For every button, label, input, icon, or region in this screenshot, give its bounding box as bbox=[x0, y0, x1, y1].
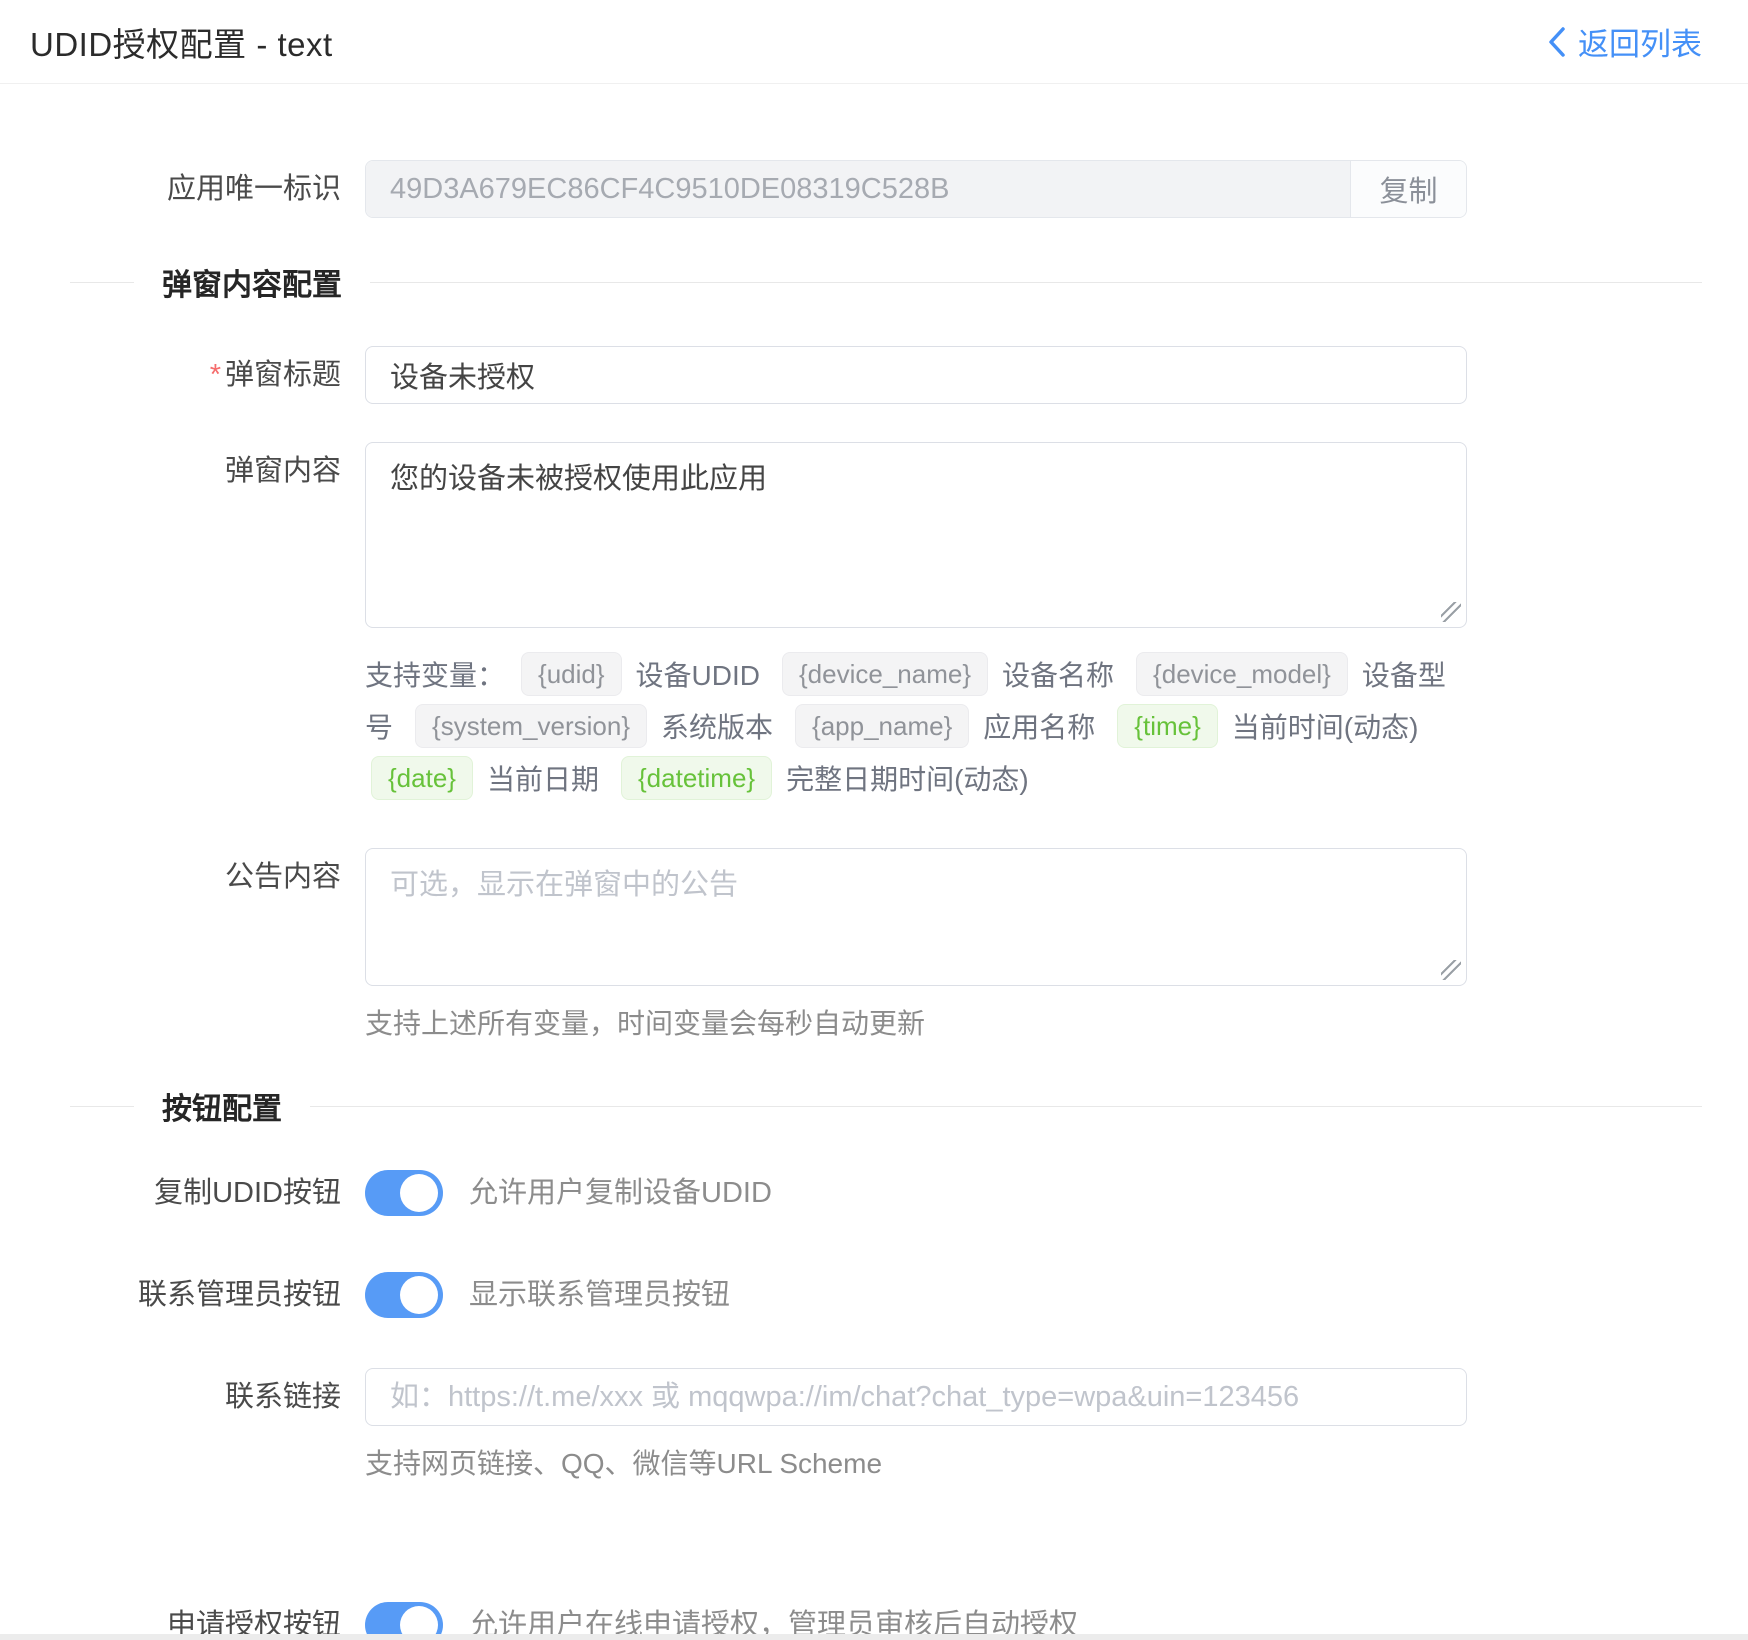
variable-desc: 设备UDID bbox=[636, 660, 760, 691]
variable-hints: 支持变量： {udid} 设备UDID {device_name} 设备名称 {devic… bbox=[365, 650, 1467, 806]
announcement-row: 公告内容 支持上述所有变量，时间变量会每秒自动更新 bbox=[0, 848, 1748, 1042]
contact-link-row: 联系链接 支持网页链接、QQ、微信等URL Scheme bbox=[0, 1368, 1748, 1482]
contact-link-input[interactable] bbox=[365, 1368, 1467, 1426]
popup-title-label: *弹窗标题 bbox=[0, 346, 365, 404]
divider-line bbox=[370, 282, 1702, 283]
divider-line bbox=[310, 1106, 1702, 1107]
section-divider-popup: 弹窗内容配置 bbox=[70, 260, 1702, 304]
copy-udid-toggle-desc: 允许用户复制设备UDID bbox=[469, 1170, 772, 1216]
variable-desc: 应用名称 bbox=[983, 712, 1095, 743]
variable-desc: 完整日期时间(动态) bbox=[786, 764, 1029, 795]
variable-tag-device-model: {device_model} bbox=[1136, 652, 1348, 696]
page-bottom-edge bbox=[0, 1634, 1748, 1640]
popup-title-input[interactable] bbox=[365, 346, 1467, 404]
copy-udid-toggle[interactable] bbox=[365, 1170, 443, 1216]
app-id-input[interactable] bbox=[366, 161, 1350, 217]
variable-tag-app-name: {app_name} bbox=[795, 704, 969, 748]
popup-content-label: 弹窗内容 bbox=[0, 442, 365, 500]
variable-desc: 系统版本 bbox=[661, 712, 773, 743]
section-title-buttons: 按钮配置 bbox=[162, 1084, 282, 1128]
page-title: UDID授权配置 - text bbox=[30, 18, 333, 66]
chevron-left-icon bbox=[1546, 25, 1568, 59]
app-id-label: 应用唯一标识 bbox=[0, 160, 365, 218]
variable-tag-datetime: {datetime} bbox=[621, 756, 772, 800]
copy-udid-toggle-label: 复制UDID按钮 bbox=[0, 1170, 365, 1216]
copy-udid-toggle-row: 复制UDID按钮 允许用户复制设备UDID bbox=[0, 1170, 1748, 1216]
section-title-popup: 弹窗内容配置 bbox=[162, 260, 342, 304]
announcement-label: 公告内容 bbox=[0, 848, 365, 906]
toggle-knob bbox=[400, 1174, 438, 1212]
app-id-row: 应用唯一标识 复制 bbox=[0, 160, 1748, 218]
contact-link-label: 联系链接 bbox=[0, 1368, 365, 1426]
variable-tag-date: {date} bbox=[371, 756, 473, 800]
variables-prefix: 支持变量： bbox=[365, 660, 505, 691]
section-divider-buttons: 按钮配置 bbox=[70, 1084, 1702, 1128]
toggle-knob bbox=[400, 1276, 438, 1314]
popup-title-row: *弹窗标题 bbox=[0, 346, 1748, 404]
variable-tag-system-version: {system_version} bbox=[415, 704, 647, 748]
udid-config-form: 应用唯一标识 复制 弹窗内容配置 *弹窗标题 弹窗内容 您的设备未被授权使用此应… bbox=[0, 84, 1748, 1640]
app-id-input-group: 复制 bbox=[365, 160, 1467, 218]
variable-tag-device-name: {device_name} bbox=[782, 652, 988, 696]
required-asterisk: * bbox=[210, 359, 221, 391]
contact-admin-toggle-label: 联系管理员按钮 bbox=[0, 1272, 365, 1318]
variable-tag-udid: {udid} bbox=[521, 652, 622, 696]
announcement-help: 支持上述所有变量，时间变量会每秒自动更新 bbox=[365, 1002, 1467, 1042]
divider-line bbox=[70, 282, 134, 283]
popup-content-textarea[interactable]: 您的设备未被授权使用此应用 bbox=[365, 442, 1467, 628]
contact-link-help: 支持网页链接、QQ、微信等URL Scheme bbox=[365, 1442, 1467, 1482]
announcement-textarea[interactable] bbox=[365, 848, 1467, 986]
back-to-list-link[interactable]: 返回列表 bbox=[1546, 19, 1702, 64]
popup-content-row: 弹窗内容 您的设备未被授权使用此应用 支持变量： {udid} 设备UDID {dev… bbox=[0, 442, 1748, 806]
variable-desc: 当前时间(动态) bbox=[1232, 712, 1419, 743]
page-header: UDID授权配置 - text 返回列表 bbox=[0, 0, 1748, 84]
variable-desc: 当前日期 bbox=[487, 764, 599, 795]
copy-app-id-button[interactable]: 复制 bbox=[1350, 161, 1466, 217]
contact-admin-toggle-desc: 显示联系管理员按钮 bbox=[469, 1272, 730, 1318]
variable-tag-time: {time} bbox=[1117, 704, 1218, 748]
contact-admin-toggle[interactable] bbox=[365, 1272, 443, 1318]
divider-line bbox=[70, 1106, 134, 1107]
back-link-label: 返回列表 bbox=[1578, 19, 1702, 64]
variable-desc: 设备名称 bbox=[1002, 660, 1114, 691]
contact-admin-toggle-row: 联系管理员按钮 显示联系管理员按钮 bbox=[0, 1272, 1748, 1318]
